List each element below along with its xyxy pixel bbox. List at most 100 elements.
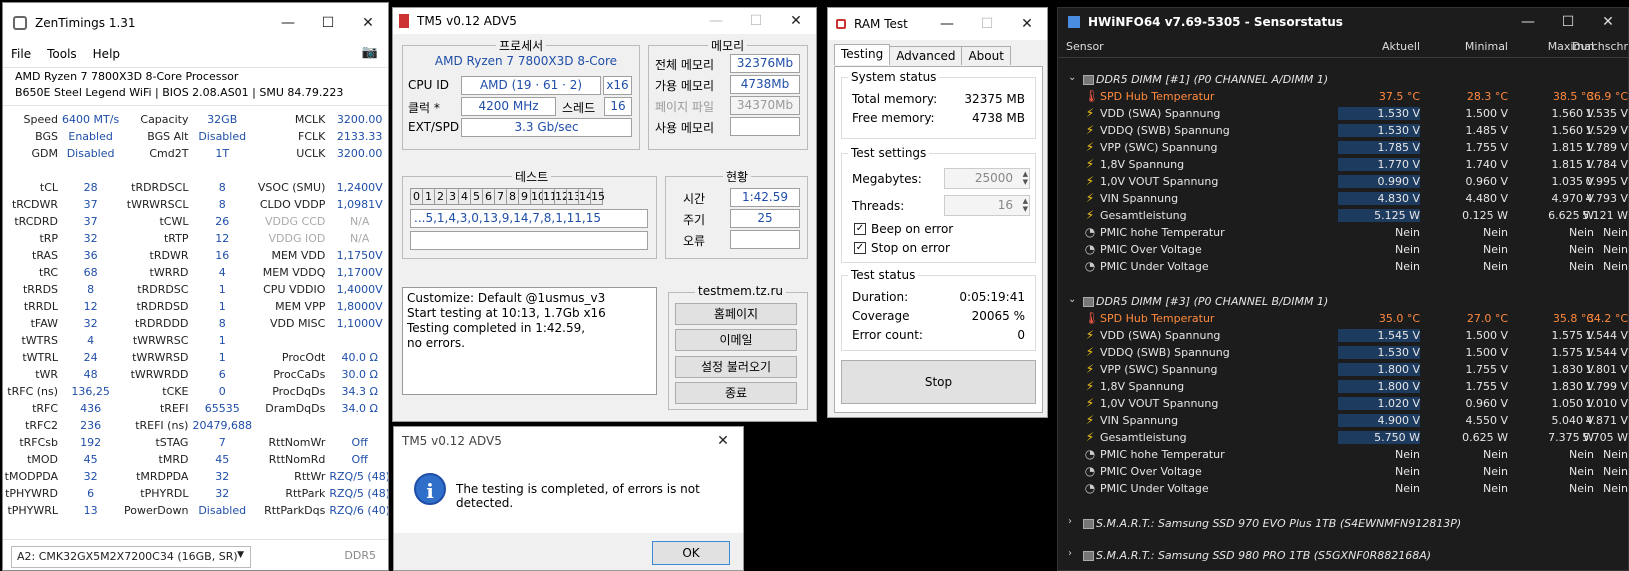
sensor-label: 1,0V VOUT Spannung: [1100, 175, 1219, 188]
maximize-icon[interactable]: ☐: [308, 7, 348, 39]
sensor-row[interactable]: ⚡ 1,8V Spannung 1.800 V 1.755 V 1.830 V 1.799…: [1058, 379, 1628, 396]
chevron-down-icon[interactable]: ⌄: [1068, 72, 1076, 83]
sensor-row[interactable]: ⚡ VDD (SWA) Spannung 1.545 V 1.500 V 1.575 V…: [1058, 328, 1628, 345]
sensor-group[interactable]: › S.M.A.R.T.: Samsung SSD 980 PRO 1TB (S5…: [1058, 548, 1628, 565]
sensor-row[interactable]: 🌡 SPD Hub Temperatur 37.5 °C 28.3 °C 38.5 °C…: [1058, 89, 1628, 106]
load-settings-button[interactable]: 설정 불러오기: [675, 356, 797, 378]
sensor-row[interactable]: ◔ PMIC Over Voltage Nein Nein Nein Nein: [1058, 242, 1628, 259]
menu-help[interactable]: Help: [85, 47, 128, 61]
test-progress: [410, 231, 648, 250]
maximize-icon[interactable]: ☐: [736, 8, 776, 37]
spin-arrows-icon[interactable]: ▲ ▼: [1023, 170, 1028, 186]
timing-value: 3200.00: [336, 113, 383, 126]
minimize-icon[interactable]: —: [1508, 8, 1548, 38]
close-icon[interactable]: ✕: [776, 8, 816, 37]
sensor-row[interactable]: ⚡ 1,8V Spannung 1.770 V 1.740 V 1.815 V 1.784…: [1058, 157, 1628, 174]
memory-chip-icon: [1083, 297, 1094, 307]
close-icon[interactable]: ✕: [703, 427, 743, 457]
sensor-value: 35.0 °C: [1378, 312, 1420, 325]
chevron-down-icon[interactable]: ⌄: [1068, 294, 1076, 305]
sensor-row[interactable]: ◔ PMIC hohe Temperatur Nein Nein Nein Nein: [1058, 225, 1628, 242]
sensor-row[interactable]: ⚡ VIN Spannung 4.900 V 4.550 V 5.040 V 4.871 …: [1058, 413, 1628, 430]
timing-value: 36: [83, 249, 98, 262]
sensor-row[interactable]: ⚡ 1,0V VOUT Spannung 1.020 V 0.960 V 1.050 V…: [1058, 396, 1628, 413]
timing-row: tPHYWRD 6 tPHYRDL 32 RttPark RZQ/5 (48): [3, 485, 388, 502]
total-memory-label: Total memory:: [852, 92, 938, 106]
tab-testing[interactable]: Testing: [834, 44, 891, 65]
pagefile-label: 페이지 파일: [655, 100, 715, 114]
tab-advanced[interactable]: Advanced: [889, 46, 963, 65]
minimize-icon[interactable]: —: [927, 8, 967, 40]
timing-row: tPHYWRL 13 PowerDown Disabled RttParkDqs RZQ/…: [3, 502, 388, 519]
close-icon[interactable]: ✕: [1588, 8, 1628, 38]
sensor-group[interactable]: ⌄ DDR5 DIMM [#3] (P0 CHANNEL B/DIMM 1): [1058, 294, 1628, 311]
close-icon[interactable]: ✕: [1007, 8, 1047, 40]
sensor-row[interactable]: ⚡ VDDQ (SWB) Spannung 1.530 V 1.485 V 1.560 …: [1058, 123, 1628, 140]
col-avg[interactable]: Durchschnitt: [1572, 40, 1628, 53]
lightning-icon: ⚡: [1085, 379, 1095, 393]
sensor-row[interactable]: ⚡ VPP (SWC) Spannung 1.785 V 1.755 V 1.815 V…: [1058, 140, 1628, 157]
sensor-value: 5.705 W: [1582, 431, 1628, 444]
sensor-row[interactable]: ◔ PMIC Under Voltage Nein Nein Nein Nein: [1058, 481, 1628, 498]
sensor-value: 4.480 V: [1465, 192, 1508, 205]
chevron-right-icon[interactable]: ›: [1068, 548, 1072, 559]
minimize-icon[interactable]: —: [696, 8, 736, 37]
maximize-icon[interactable]: ☐: [967, 8, 1007, 40]
status-circle-icon: ◔: [1084, 242, 1096, 256]
sensor-row[interactable]: ⚡ VDDQ (SWB) Spannung 1.530 V 1.500 V 1.575 …: [1058, 345, 1628, 362]
sensor-label: SPD Hub Temperatur: [1100, 90, 1215, 103]
used-mem-value: [730, 117, 800, 136]
test-status-heading: Test status: [848, 268, 919, 282]
error-value: [730, 230, 800, 249]
sensor-row[interactable]: ⚡ VIN Spannung 4.830 V 4.480 V 4.970 V 4.793 …: [1058, 191, 1628, 208]
sensor-row[interactable]: ◔ PMIC Over Voltage Nein Nein Nein Nein: [1058, 464, 1628, 481]
timing-label: tWR: [35, 368, 59, 381]
lightning-icon: ⚡: [1085, 328, 1095, 342]
sensor-group[interactable]: ⌄ DDR5 DIMM [#1] (P0 CHANNEL A/DIMM 1): [1058, 72, 1628, 89]
minimize-icon[interactable]: —: [268, 7, 308, 39]
sensor-row[interactable]: ⚡ 1,0V VOUT Spannung 0.990 V 0.960 V 1.035 V…: [1058, 174, 1628, 191]
timing-label: [252, 162, 329, 179]
sensor-value: Nein: [1482, 243, 1508, 256]
coverage-label: Coverage: [852, 309, 910, 323]
menu-tools[interactable]: Tools: [39, 47, 85, 61]
timing-value: Off: [351, 436, 368, 449]
timing-value: Disabled: [198, 504, 247, 517]
timing-value: 24: [83, 351, 98, 364]
tab-about[interactable]: About: [961, 46, 1011, 65]
beep-on-error-checkbox[interactable]: ✓ Beep on error: [854, 222, 953, 236]
close-icon[interactable]: ✕: [348, 7, 388, 39]
exit-button[interactable]: 종료: [675, 382, 797, 404]
col-min[interactable]: Minimal: [1424, 40, 1508, 53]
sensor-row[interactable]: ⚡ Gesamtleistung 5.125 W 0.125 W 6.625 W 5.12…: [1058, 208, 1628, 225]
sensor-row[interactable]: ⚡ VPP (SWC) Spannung 1.800 V 1.755 V 1.830 V…: [1058, 362, 1628, 379]
sensor-group[interactable]: › S.M.A.R.T.: Samsung SSD 970 EVO Plus 1T…: [1058, 516, 1628, 533]
threads-stepper[interactable]: 16 ▲ ▼: [944, 195, 1030, 216]
timing-label: tWTRL: [22, 351, 59, 364]
col-current[interactable]: Aktuell: [1338, 40, 1420, 53]
timing-value: 12: [215, 232, 230, 245]
col-sensor[interactable]: Sensor: [1066, 40, 1104, 53]
menu-file[interactable]: File: [3, 47, 39, 61]
sensor-row[interactable]: ◔ PMIC hohe Temperatur Nein Nein Nein Nein: [1058, 447, 1628, 464]
sensor-row[interactable]: 🌡 SPD Hub Temperatur 35.0 °C 27.0 °C 35.8 °C…: [1058, 311, 1628, 328]
avail-mem-value: 4738Mb: [730, 75, 800, 94]
stop-button[interactable]: Stop: [841, 360, 1036, 404]
sensor-row[interactable]: ⚡ Gesamtleistung 5.750 W 0.625 W 7.375 W 5.70…: [1058, 430, 1628, 447]
email-button[interactable]: 이메일: [675, 329, 797, 351]
lightning-icon: ⚡: [1085, 140, 1095, 154]
sensor-row[interactable]: ◔ PMIC Under Voltage Nein Nein Nein Nein: [1058, 259, 1628, 276]
camera-icon[interactable]: 📷: [362, 45, 378, 60]
sensor-row[interactable]: ⚡ VDD (SWA) Spannung 1.530 V 1.500 V 1.560 V…: [1058, 106, 1628, 123]
chevron-right-icon[interactable]: ›: [1068, 516, 1072, 527]
sensor-group-label: S.M.A.R.T.: Samsung SSD 970 EVO Plus 1TB…: [1096, 517, 1462, 530]
megabytes-stepper[interactable]: 25000 ▲ ▼: [944, 168, 1030, 189]
spin-arrows-icon[interactable]: ▲ ▼: [1023, 197, 1028, 213]
stop-on-error-checkbox[interactable]: ✓ Stop on error: [854, 241, 950, 255]
homepage-button[interactable]: 홈페이지: [675, 303, 797, 325]
ok-button[interactable]: OK: [652, 541, 730, 565]
timing-value: 20479,688: [192, 419, 252, 432]
maximize-icon[interactable]: ☐: [1548, 8, 1588, 38]
module-select[interactable]: A2: CMK32GX5M2X7200C34 (16GB, SR) ▼: [11, 546, 251, 568]
brand-link[interactable]: testmem.tz.ru: [695, 284, 786, 298]
